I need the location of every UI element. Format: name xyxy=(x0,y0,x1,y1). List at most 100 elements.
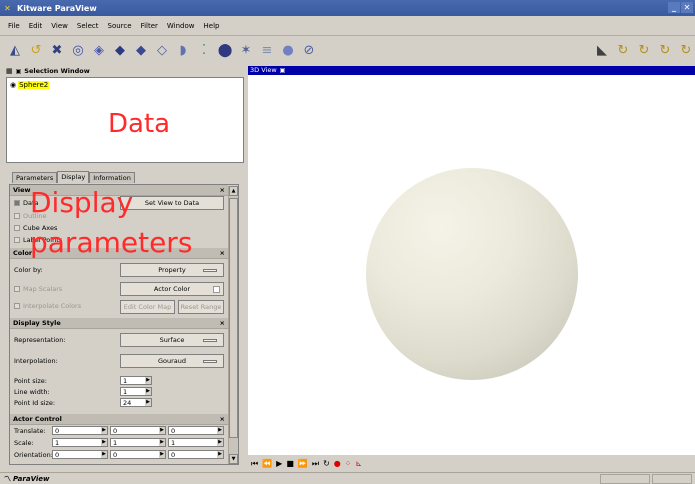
actor-control-header[interactable]: Actor Control × xyxy=(10,414,228,425)
camera-icon[interactable]: ◣ xyxy=(593,42,611,60)
collapse-icon[interactable]: × xyxy=(220,415,225,423)
orientation-x-input[interactable]: 0 xyxy=(52,450,108,459)
scroll-up-icon[interactable]: ▲ xyxy=(229,186,238,196)
edit-color-map-button[interactable]: Edit Color Map xyxy=(120,300,175,314)
collapse-icon[interactable]: × xyxy=(220,319,225,327)
play-icon[interactable]: ▶ xyxy=(276,459,282,468)
selection-icon: ▣ xyxy=(15,67,22,75)
sphere-icon[interactable]: ● xyxy=(279,42,297,60)
collapse-icon[interactable]: × xyxy=(220,186,225,194)
interpolation-select[interactable]: Gouraud xyxy=(120,354,224,368)
point-id-size-input[interactable]: 24 xyxy=(120,398,152,407)
set-view-to-data-button[interactable]: Set View to Data xyxy=(120,196,224,210)
display-panel-scrollbar[interactable]: ▲ ▼ xyxy=(228,186,238,464)
menu-view[interactable]: View xyxy=(51,22,68,30)
collapse-icon[interactable]: × xyxy=(220,249,225,257)
reset-camera-icon[interactable]: ↻ xyxy=(614,42,632,60)
representation-select[interactable]: Surface xyxy=(120,333,224,347)
render-view-3d[interactable] xyxy=(248,75,695,484)
extract-grid-icon[interactable]: ◆ xyxy=(111,42,129,60)
scale-x-input[interactable]: 1 xyxy=(52,438,108,447)
outline-checkbox[interactable] xyxy=(14,213,20,219)
tab-parameters[interactable]: Parameters xyxy=(12,172,58,183)
actor-color-button[interactable]: Actor Color xyxy=(120,282,224,296)
orientation-z-input[interactable]: 0 xyxy=(168,450,224,459)
rotate-z-icon[interactable]: ↻ xyxy=(677,42,695,60)
loop-icon[interactable]: ↻ xyxy=(323,459,330,468)
glyph-icon[interactable]: ◆ xyxy=(132,42,150,60)
menu-select[interactable]: Select xyxy=(77,22,99,30)
status-segment xyxy=(652,474,692,484)
contour-icon[interactable]: ↺ xyxy=(27,42,45,60)
tracks-icon[interactable]: ⊾ xyxy=(355,459,362,468)
scale-z-input[interactable]: 1 xyxy=(168,438,224,447)
rotate-y-icon[interactable]: ↻ xyxy=(656,42,674,60)
menu-help[interactable]: Help xyxy=(204,22,220,30)
scroll-down-icon[interactable]: ▼ xyxy=(229,454,238,464)
translate-row: Translate: 0 0 0 xyxy=(10,425,228,437)
menu-source[interactable]: Source xyxy=(108,22,132,30)
pipeline-item-label: Sphere2 xyxy=(18,81,50,89)
scale-y-input[interactable]: 1 xyxy=(110,438,166,447)
stop-icon[interactable]: ■ xyxy=(286,459,294,468)
point-size-input[interactable]: 1 xyxy=(120,376,152,385)
display-style-header[interactable]: Display Style × xyxy=(10,318,228,329)
pipeline-item-sphere2[interactable]: ◉ Sphere2 xyxy=(10,81,50,89)
orientation-y-input[interactable]: 0 xyxy=(110,450,166,459)
axes-icon[interactable]: ✶ xyxy=(237,42,255,60)
point-id-size-row: Point Id size: 24 xyxy=(10,397,228,408)
tab-display[interactable]: Display xyxy=(57,171,90,183)
translate-z-input[interactable]: 0 xyxy=(168,426,224,435)
disk-icon[interactable]: ⊘ xyxy=(300,42,318,60)
color-by-select[interactable]: Property xyxy=(120,263,224,277)
cut-icon[interactable]: ✖ xyxy=(48,42,66,60)
rotate-x-icon[interactable]: ↻ xyxy=(635,42,653,60)
close-button[interactable]: ✕ xyxy=(681,2,693,13)
line-width-row: Line width: 1 xyxy=(10,386,228,397)
line-width-input[interactable]: 1 xyxy=(120,387,152,396)
label-points-checkbox[interactable] xyxy=(14,237,20,243)
map-scalars-checkbox[interactable] xyxy=(14,286,20,292)
group-icon[interactable]: ⁚ xyxy=(195,42,213,60)
menu-window[interactable]: Window xyxy=(167,22,195,30)
view-options-icon[interactable]: ▣ xyxy=(280,66,286,75)
clip-icon[interactable]: ◎ xyxy=(69,42,87,60)
probe-icon[interactable]: ⬤ xyxy=(216,42,234,60)
title-bar: ✕ Kitware ParaView _ ✕ xyxy=(0,0,695,16)
map-scalars-row: Map Scalars Actor Color xyxy=(10,281,228,297)
properties-tabs: Parameters Display Information xyxy=(12,171,135,183)
last-frame-icon[interactable]: ⏭ xyxy=(312,459,319,469)
threshold-icon[interactable]: ◈ xyxy=(90,42,108,60)
view-title: 3D View xyxy=(250,66,277,74)
next-frame-icon[interactable]: ⏩ xyxy=(298,459,308,468)
color-section-header[interactable]: Color × xyxy=(10,248,228,259)
map-scalars-label: Map Scalars xyxy=(23,285,63,293)
panel-grip-icon[interactable]: ▦ xyxy=(6,67,13,75)
color-by-row: Color by: Property xyxy=(10,259,228,281)
minimize-button[interactable]: _ xyxy=(668,2,680,13)
keyframe-icon[interactable]: ⁘ xyxy=(345,459,352,468)
tube-icon[interactable]: ≡ xyxy=(258,42,276,60)
scrollbar-thumb[interactable] xyxy=(229,198,238,438)
translate-y-input[interactable]: 0 xyxy=(110,426,166,435)
first-frame-icon[interactable]: ⏮ xyxy=(251,459,258,469)
record-icon[interactable]: ● xyxy=(334,459,341,468)
label-points-label: Label Points xyxy=(23,236,63,244)
view-section-header[interactable]: View × xyxy=(10,185,228,196)
calculator-icon[interactable]: ◭ xyxy=(6,42,24,60)
stream-tracer-icon[interactable]: ◇ xyxy=(153,42,171,60)
outline-row: Outline xyxy=(10,210,228,222)
menu-file[interactable]: File xyxy=(8,22,20,30)
tab-information[interactable]: Information xyxy=(89,172,135,183)
cube-axes-checkbox[interactable] xyxy=(14,225,20,231)
data-checkbox[interactable] xyxy=(14,200,20,206)
menu-filter[interactable]: Filter xyxy=(141,22,158,30)
menu-edit[interactable]: Edit xyxy=(29,22,43,30)
translate-x-input[interactable]: 0 xyxy=(52,426,108,435)
previous-frame-icon[interactable]: ⏪ xyxy=(262,459,272,468)
warp-icon[interactable]: ◗ xyxy=(174,42,192,60)
paraview-logo-icon: 〽 xyxy=(4,474,11,483)
interpolate-colors-checkbox[interactable] xyxy=(14,303,20,309)
reset-range-button[interactable]: Reset Range xyxy=(178,300,224,314)
eye-icon[interactable]: ◉ xyxy=(10,81,16,89)
